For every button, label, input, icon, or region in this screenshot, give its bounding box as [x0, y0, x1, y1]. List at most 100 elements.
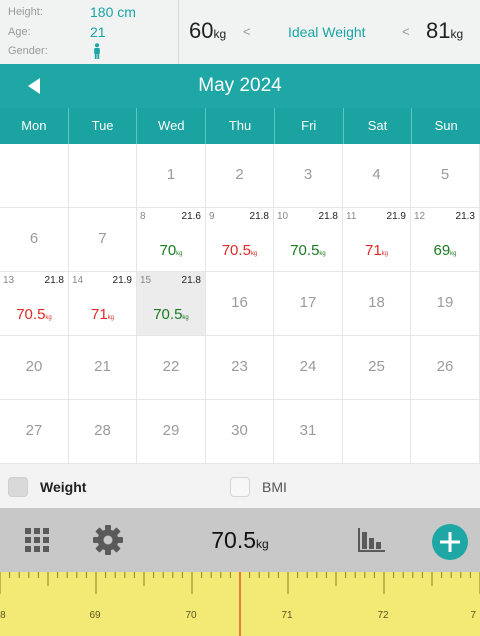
weekday-tue: Tue: [69, 108, 138, 144]
calendar-day-cell[interactable]: 11 21.9 71kg: [343, 208, 411, 272]
weight-checkbox-label[interactable]: Weight: [40, 479, 86, 495]
weekday-wed: Wed: [137, 108, 207, 144]
add-entry-button[interactable]: [432, 524, 468, 565]
day-number: 21: [94, 358, 111, 375]
calendar-day-cell[interactable]: 10 21.8 70.5kg: [274, 208, 343, 272]
gender-label: Gender:: [8, 45, 48, 57]
calendar-day-cell[interactable]: 2: [206, 144, 274, 208]
day-number: 24: [299, 358, 317, 375]
calendar-day-cell[interactable]: 25: [343, 336, 411, 400]
calendar-day-cell[interactable]: 13 21.8 70.5kg: [0, 272, 69, 336]
bmi-value: 21.9: [386, 211, 406, 222]
calendar-day-cell[interactable]: 7: [69, 208, 137, 272]
calendar-day-cell[interactable]: 18: [343, 272, 411, 336]
day-number: 25: [368, 358, 385, 375]
calendar-day-cell[interactable]: 21: [69, 336, 137, 400]
calendar-day-cell[interactable]: 20: [0, 336, 69, 400]
day-number: 5: [440, 166, 450, 183]
calendar-day-cell[interactable]: 24: [274, 336, 343, 400]
bmi-checkbox-label[interactable]: BMI: [262, 479, 287, 495]
weight-entry: 70.5kg: [290, 242, 326, 259]
bmi-checkbox[interactable]: [230, 477, 250, 497]
calendar-day-cell[interactable]: 17: [274, 272, 343, 336]
day-number: 30: [231, 422, 248, 439]
height-label: Height:: [8, 6, 43, 18]
calendar-day-cell[interactable]: 29: [137, 400, 206, 464]
bmi-value: 21.8: [44, 275, 64, 286]
calendar-day-cell[interactable]: 1: [137, 144, 206, 208]
day-number: 22: [162, 358, 180, 375]
bmi-value: 21.8: [249, 211, 269, 222]
min-ideal-weight: 60kg: [189, 18, 227, 43]
day-number: 15: [140, 275, 152, 286]
weight-ruler-slider[interactable]: 8 69 70 71 72 7: [0, 572, 480, 636]
less-than-symbol: <: [243, 24, 251, 39]
day-number: 1: [166, 166, 176, 183]
calendar-day-cell[interactable]: 6: [0, 208, 69, 272]
calendar-day-cell[interactable]: 28: [69, 400, 137, 464]
month-title: May 2024: [198, 75, 282, 96]
info-divider: [178, 0, 179, 64]
day-number: 20: [25, 358, 43, 375]
calendar-day-cell[interactable]: 15 21.8 70.5kg: [137, 272, 206, 336]
age-label: Age:: [8, 26, 31, 38]
weight-entry: 69kg: [433, 242, 457, 259]
calendar-day-cell[interactable]: 4: [343, 144, 411, 208]
day-number: 6: [29, 230, 39, 247]
weekday-fri: Fri: [275, 108, 344, 144]
weekday-thu: Thu: [206, 108, 275, 144]
ruler-label: 8: [0, 610, 6, 621]
calendar-day-cell[interactable]: 27: [0, 400, 69, 464]
calendar-day-cell[interactable]: 22: [137, 336, 206, 400]
ideal-weight-label: Ideal Weight: [288, 24, 366, 40]
bmi-value: 21.9: [112, 275, 132, 286]
bmi-value: 21.8: [181, 275, 201, 286]
weight-entry: 71kg: [90, 306, 115, 323]
weight-entry: 70.5kg: [153, 306, 189, 323]
less-than-symbol: <: [402, 24, 410, 39]
day-number: 19: [436, 294, 454, 311]
calendar-day-cell[interactable]: 16: [206, 272, 274, 336]
day-number: 8: [140, 211, 146, 222]
ruler-label: 70: [185, 610, 197, 621]
weight-entry: 70kg: [159, 242, 183, 259]
calendar-grid: 1 2 3 4 5 6 7 8 21.6 70kg 9 21.8 70.5kg 10 21.8 70.5kg 1…: [0, 144, 480, 464]
day-number: 16: [231, 294, 248, 311]
weight-entry: 71kg: [364, 242, 389, 259]
day-number: 13: [3, 275, 15, 286]
height-value: 180 cm: [90, 4, 136, 20]
calendar-day-cell[interactable]: 9 21.8 70.5kg: [206, 208, 274, 272]
day-number: 3: [303, 166, 313, 183]
plus-icon[interactable]: [432, 524, 468, 560]
weekday-sat: Sat: [344, 108, 413, 144]
weekday-sun: Sun: [434, 118, 458, 133]
calendar-day-cell[interactable]: 26: [411, 336, 480, 400]
calendar-day-cell[interactable]: 5: [411, 144, 480, 208]
day-number: 17: [299, 294, 317, 311]
day-number: 9: [209, 211, 215, 222]
day-number: 7: [98, 230, 107, 247]
day-number: 27: [25, 422, 43, 439]
calendar-day-cell[interactable]: 12 21.3 69kg: [411, 208, 480, 272]
ruler-label: 69: [89, 610, 101, 621]
bottom-toolbar: 70.5kg: [0, 508, 480, 572]
calendar-day-cell[interactable]: 30: [206, 400, 274, 464]
calendar-day-cell[interactable]: 14 21.9 71kg: [69, 272, 137, 336]
max-ideal-weight: 81kg: [426, 18, 464, 43]
profile-summary: Height: 180 cm Age: 21 Gender: 60kg < Id…: [0, 0, 480, 64]
ruler-label: 72: [377, 610, 389, 621]
day-number: 29: [162, 422, 180, 439]
calendar-day-cell[interactable]: 23: [206, 336, 274, 400]
calendar-day-cell[interactable]: 3: [274, 144, 343, 208]
calendar-empty-cell: [343, 400, 411, 464]
calendar-day-cell[interactable]: 19: [411, 272, 480, 336]
calendar-day-cell[interactable]: 8 21.6 70kg: [137, 208, 206, 272]
bar-chart-icon[interactable]: [358, 526, 386, 554]
current-weight-display: 70.5kg: [211, 527, 269, 553]
calendar-empty-cell: [411, 400, 480, 464]
weight-checkbox[interactable]: [8, 477, 28, 497]
ruler-scale[interactable]: 8 69 70 71 72 7: [0, 572, 480, 636]
bmi-value: 21.3: [455, 211, 475, 222]
day-number: 4: [372, 166, 381, 183]
calendar-day-cell[interactable]: 31: [274, 400, 343, 464]
